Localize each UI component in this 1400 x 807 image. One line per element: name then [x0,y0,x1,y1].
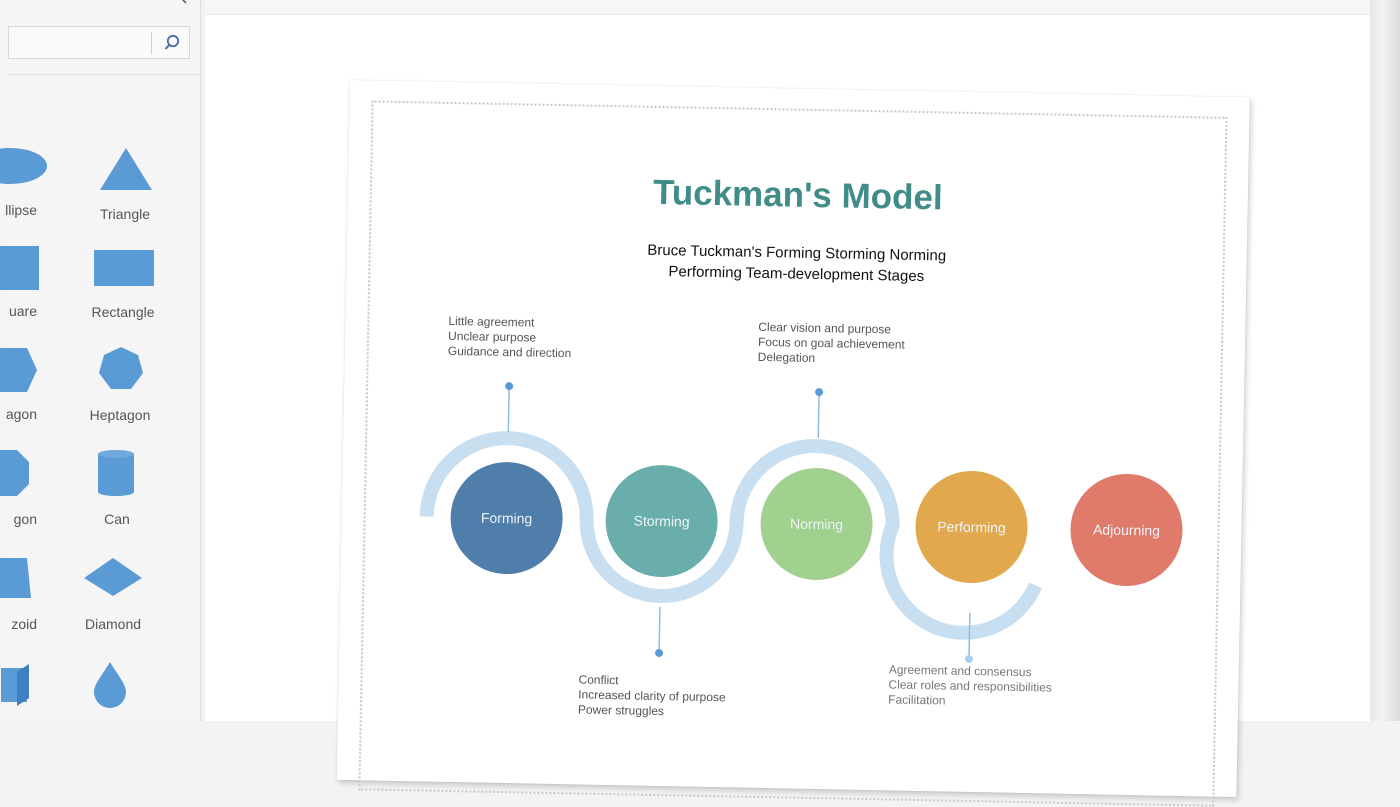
trapezoid-icon [0,558,31,598]
stage-note: Focus on goal achievement [758,335,906,352]
shape-label: llipse [5,202,37,218]
shape-heptagon[interactable]: Heptagon [75,344,165,440]
shape-search-box[interactable] [8,26,190,59]
can-icon [98,450,134,496]
shape-label: zoid [11,616,37,632]
shape-can[interactable]: Can [72,448,162,544]
stage-label: Adjourning [1093,521,1160,538]
shape-label: Can [104,511,130,527]
collapse-chevron-icon[interactable] [176,0,190,8]
stage-note: Clear vision and purpose [758,320,891,337]
shape-drop[interactable] [65,656,155,752]
canvas-ruler-strip [205,0,1370,15]
square-icon [0,246,39,290]
stage-adjourning[interactable]: Adjourning [1069,473,1183,587]
connector-line [658,607,661,654]
stages-layer: Forming Little agreementUnclear purposeGu… [448,314,1183,718]
stage-note: Agreement and consensus [889,662,1032,679]
rectangle-icon [94,250,154,286]
shape-label: Rectangle [91,304,155,320]
connector-dot [505,382,514,391]
heptagon-icon [99,347,143,389]
stage-note: Guidance and direction [448,344,572,360]
stage-label: Performing [937,518,1006,535]
shape-label: uare [8,303,37,319]
diagram-subtitle-line1[interactable]: Bruce Tuckman's Forming Storming Norming [647,242,946,265]
connector-dot [655,649,664,658]
tuckman-diagram: Tuckman's Model Bruce Tuckman's Forming … [419,173,1183,718]
shape-cube[interactable] [0,656,55,752]
shape-search-input[interactable] [9,27,161,58]
shape-label: agon [5,406,37,422]
cube-icon [1,664,29,706]
ellipse-icon [0,148,47,184]
search-icon[interactable] [159,31,185,55]
search-separator [151,32,152,54]
shape-ellipse[interactable]: llipse [0,140,55,236]
connector-dot [964,654,973,663]
connector-line [507,386,510,433]
connector-line [968,612,971,660]
stage-label: Norming [790,516,843,533]
connector-line [817,392,820,439]
shapes-sidebar: llipse Triangle uare Rectangle agon Hept… [0,0,201,721]
shape-label: gon [13,511,37,527]
stage-note: Power struggles [578,702,664,718]
connector-dot [815,388,824,397]
hexagon-icon [0,348,37,392]
stage-note: Little agreement [448,314,535,330]
stage-note: Conflict [578,672,619,687]
shape-square[interactable]: uare [0,240,55,336]
triangle-icon [100,148,152,190]
shape-hexagon[interactable]: agon [0,344,55,440]
stage-note: Delegation [758,350,816,365]
stage-note: Unclear purpose [448,329,537,345]
stage-note: Increased clarity of purpose [578,687,726,704]
shape-trapezoid[interactable]: zoid [0,552,55,648]
diamond-icon [84,558,142,596]
stage-label: Storming [633,513,689,530]
octagon-icon [0,450,29,496]
shape-diamond[interactable]: Diamond [68,552,158,648]
shape-rectangle[interactable]: Rectangle [78,240,168,336]
shape-label: Heptagon [89,407,151,423]
diagram-subtitle-line2[interactable]: Performing Team-development Stages [668,263,924,285]
diagram-page[interactable]: Tuckman's Model Bruce Tuckman's Forming … [336,80,1250,807]
stage-note: Facilitation [888,692,946,707]
sidebar-divider [8,74,200,75]
vertical-scrollbar[interactable] [1370,0,1400,721]
shape-label: Diamond [84,616,142,632]
diagram-title[interactable]: Tuckman's Model [653,173,943,218]
stage-label: Forming [481,510,533,527]
shape-label: Triangle [99,206,151,222]
drop-icon [94,662,126,708]
shape-octagon[interactable]: gon [0,448,55,544]
shape-triangle[interactable]: Triangle [80,140,170,236]
